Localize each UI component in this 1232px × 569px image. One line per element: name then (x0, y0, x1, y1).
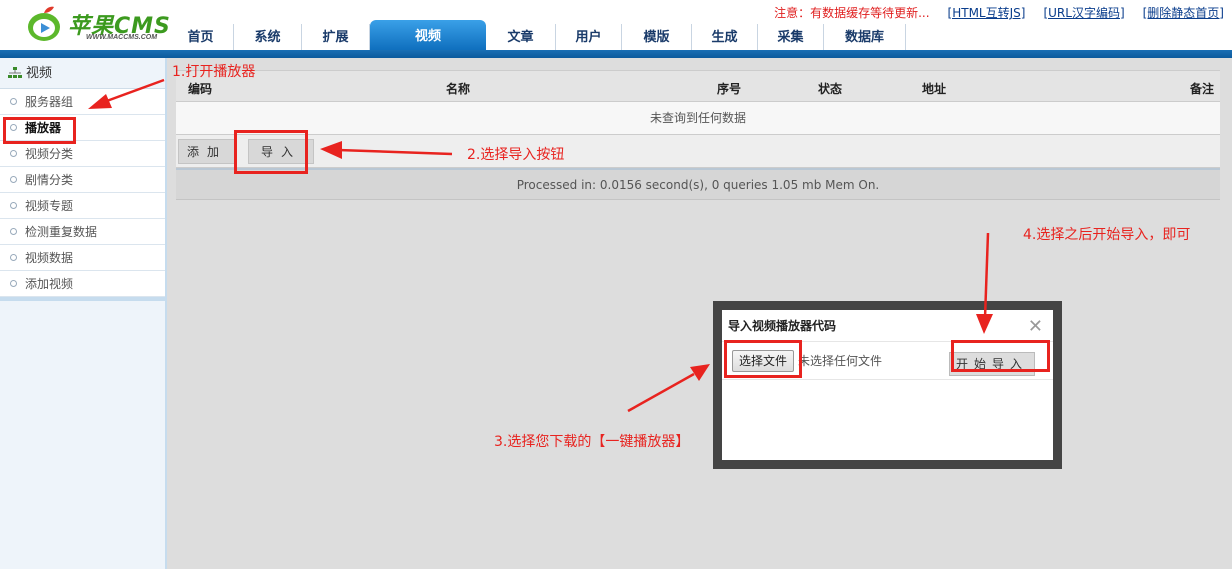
nav-extend[interactable]: 扩展 (302, 24, 370, 50)
sidebar-item-label: 剧情分类 (25, 172, 74, 187)
annotation-step1: 1.打开播放器 (172, 64, 256, 80)
sidebar-item-label: 添加视频 (25, 276, 74, 291)
import-dialog-frame: 导入视频播放器代码 ✕ 选择文件 未选择任何文件 开始导入 (713, 301, 1062, 469)
column-name: 名称 (446, 82, 471, 96)
sidebar-item-label: 检测重复数据 (25, 224, 98, 239)
top-links: 注意：有数据缓存等待更新... [HTML互转JS] [URL汉字编码] [删除… (774, 4, 1224, 20)
column-status: 状态 (818, 82, 843, 96)
highlight-start (951, 340, 1050, 372)
dialog-title: 导入视频播放器代码 (722, 310, 1053, 342)
sidebar-item-label: 服务器组 (25, 94, 74, 109)
bullet-icon (10, 254, 17, 261)
table-header: 编码 名称 序号 状态 地址 备注 (176, 70, 1220, 102)
annotation-step3: 3.选择您下载的【一键播放器】 (494, 434, 690, 450)
column-order: 序号 (717, 82, 742, 96)
bullet-icon (10, 176, 17, 183)
file-status: 未选择任何文件 (798, 354, 883, 368)
nav-database[interactable]: 数据库 (824, 24, 906, 50)
highlight-player (3, 117, 76, 144)
sidebar-item-check-duplicates[interactable]: 检测重复数据 (0, 219, 165, 245)
close-icon[interactable]: ✕ (1028, 316, 1043, 337)
sidebar-item-video-topic[interactable]: 视频专题 (0, 193, 165, 219)
sidebar-divider (0, 297, 165, 301)
empty-row: 未查询到任何数据 (176, 102, 1220, 135)
sidebar-item-plot-category[interactable]: 剧情分类 (0, 167, 165, 193)
arrow-step3 (627, 372, 695, 413)
header: 苹果CMS WWW.MACCMS.COM 注意：有数据缓存等待更新... [HT… (0, 0, 1232, 58)
nav-generate[interactable]: 生成 (692, 24, 758, 50)
add-button[interactable]: 添加 (178, 138, 237, 164)
bullet-icon (10, 228, 17, 235)
bullet-icon (10, 98, 17, 105)
column-code: 编码 (188, 82, 213, 96)
sidebar-item-label: 视频专题 (25, 198, 74, 213)
apple-logo-icon (28, 6, 60, 41)
logo[interactable]: 苹果CMS WWW.MACCMS.COM (24, 2, 174, 46)
main-nav: 首页 系统 扩展 视频 文章 用户 模版 生成 采集 数据库 (168, 20, 906, 50)
delete-static-home-link[interactable]: [删除静态首页] (1143, 4, 1224, 20)
sidebar-item-add-video[interactable]: 添加视频 (0, 271, 165, 297)
main-content: 编码 名称 序号 状态 地址 备注 未查询到任何数据 添加 导入 Process… (176, 70, 1220, 200)
sidebar-item-label: 视频数据 (25, 250, 74, 265)
button-row: 添加 导入 (176, 135, 1220, 168)
tree-icon (8, 67, 22, 78)
nav-collect[interactable]: 采集 (758, 24, 824, 50)
annotation-step2: 2.选择导入按钮 (467, 147, 565, 163)
highlight-import (234, 130, 308, 174)
sidebar-item-server-group[interactable]: 服务器组 (0, 89, 165, 115)
sidebar-title: 视频 (26, 65, 53, 81)
column-remark: 备注 (1190, 82, 1215, 96)
footer-status: Processed in: 0.0156 second(s), 0 querie… (176, 168, 1220, 200)
nav-template[interactable]: 模版 (622, 24, 692, 50)
bullet-icon (10, 280, 17, 287)
sidebar-item-label: 视频分类 (25, 146, 74, 161)
sidebar-header: 视频 (0, 58, 165, 89)
nav-article[interactable]: 文章 (486, 24, 556, 50)
nav-video[interactable]: 视频 (370, 20, 486, 50)
header-bar (0, 50, 1232, 58)
nav-system[interactable]: 系统 (234, 24, 302, 50)
sidebar-item-video-category[interactable]: 视频分类 (0, 141, 165, 167)
bullet-icon (10, 150, 17, 157)
nav-home[interactable]: 首页 (168, 24, 234, 50)
import-dialog: 导入视频播放器代码 ✕ 选择文件 未选择任何文件 开始导入 (722, 310, 1053, 460)
column-address: 地址 (922, 82, 947, 96)
url-encode-link[interactable]: [URL汉字编码] (1043, 4, 1124, 20)
logo-subtitle: WWW.MACCMS.COM (86, 34, 158, 41)
cache-notice: 注意：有数据缓存等待更新... (774, 6, 930, 20)
highlight-choose-file (724, 340, 802, 378)
html-to-js-link[interactable]: [HTML互转JS] (948, 4, 1026, 20)
bullet-icon (10, 202, 17, 209)
arrow-step3-head (690, 364, 710, 381)
annotation-step4: 4.选择之后开始导入，即可 (1023, 227, 1191, 243)
nav-user[interactable]: 用户 (556, 24, 622, 50)
sidebar-item-video-data[interactable]: 视频数据 (0, 245, 165, 271)
